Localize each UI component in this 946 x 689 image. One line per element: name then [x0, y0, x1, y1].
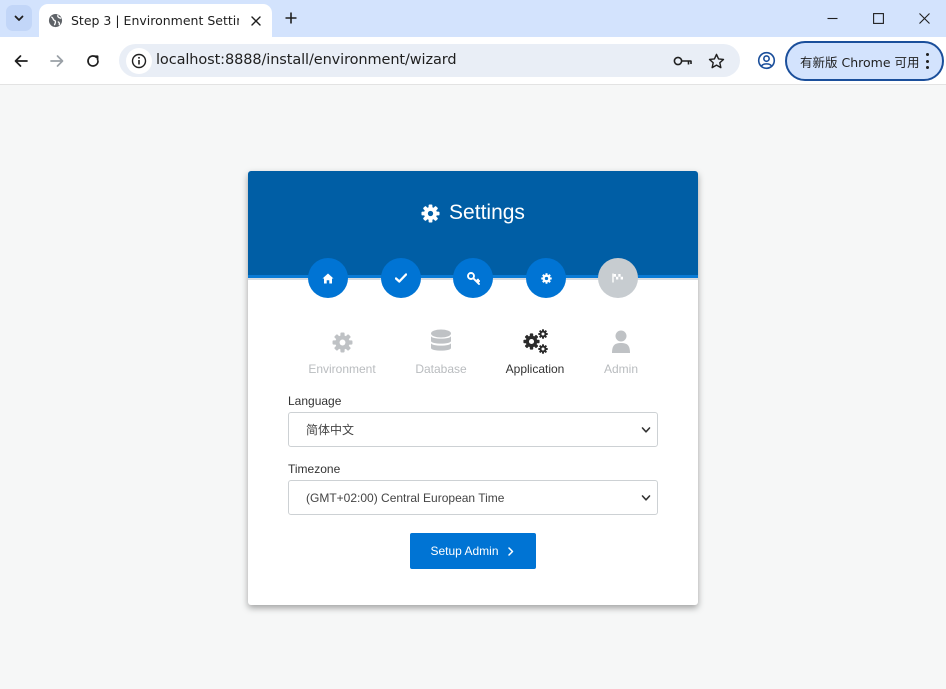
maximize-button[interactable] [858, 4, 898, 32]
gear-icon [329, 329, 355, 355]
setup-admin-button[interactable]: Setup Admin [410, 533, 536, 569]
minimize-icon [827, 17, 837, 19]
gears-icon [522, 329, 548, 355]
key-icon [466, 271, 480, 285]
check-icon [395, 273, 407, 283]
arrow-left-icon [14, 55, 28, 67]
site-info-button[interactable] [126, 48, 152, 74]
category-label: Database [415, 362, 467, 376]
chrome-update-button[interactable]: 有新版 Chrome 可用 [785, 41, 944, 81]
chevron-right-icon [507, 546, 516, 556]
category-label: Admin [603, 362, 638, 376]
chevron-down-icon [641, 495, 651, 501]
maximize-icon [872, 12, 884, 24]
star-icon [708, 53, 724, 68]
language-select[interactable]: 简体中文 [288, 412, 658, 447]
settings-categories: Environment Database Application Admin [248, 329, 698, 379]
plus-icon [285, 12, 297, 24]
url-text: localhost:8888/install/environment/wizar… [156, 52, 457, 68]
category-admin[interactable]: Admin [576, 329, 666, 376]
info-icon [131, 53, 147, 69]
step-final[interactable] [598, 258, 638, 298]
step-requirements[interactable] [381, 258, 421, 298]
bookmark-star-button[interactable] [705, 50, 727, 72]
minimize-button[interactable] [812, 4, 852, 32]
language-value: 简体中文 [306, 423, 355, 437]
address-bar[interactable]: localhost:8888/install/environment/wizar… [119, 44, 740, 77]
user-icon [608, 329, 634, 355]
flag-icon [612, 273, 623, 283]
category-database[interactable]: Database [396, 329, 486, 376]
browser-tab-active[interactable]: Step 3 | Environment Settings [39, 4, 272, 37]
database-icon [428, 329, 454, 355]
card-title-text: Settings [449, 201, 525, 224]
timezone-value: (GMT+02:00) Central European Time [306, 490, 505, 505]
reload-button[interactable] [79, 47, 107, 75]
tab-search-button[interactable] [6, 5, 32, 31]
settings-card: Settings Environment Database Applicatio… [248, 171, 698, 605]
chevron-down-icon [14, 15, 24, 21]
timezone-label: Timezone [288, 462, 341, 476]
category-application[interactable]: Application [490, 329, 580, 376]
more-vertical-icon [924, 53, 930, 69]
card-title: Settings [248, 201, 698, 225]
forward-button[interactable] [43, 47, 71, 75]
globe-icon [48, 13, 63, 28]
setup-admin-label: Setup Admin [430, 544, 499, 558]
browser-toolbar: localhost:8888/install/environment/wizar… [0, 37, 946, 85]
step-environment[interactable] [526, 258, 566, 298]
password-key-button[interactable] [672, 50, 694, 72]
reload-icon [87, 55, 99, 67]
tab-strip: Step 3 | Environment Settings [0, 0, 946, 37]
category-label: Application [505, 362, 565, 376]
timezone-select[interactable]: (GMT+02:00) Central European Time [288, 480, 658, 515]
tab-title: Step 3 | Environment Settings [71, 13, 239, 28]
close-icon [251, 15, 261, 26]
step-welcome[interactable] [308, 258, 348, 298]
profile-button[interactable] [754, 48, 778, 72]
language-label: Language [288, 394, 342, 408]
back-button[interactable] [7, 47, 35, 75]
step-permissions[interactable] [453, 258, 493, 298]
category-label: Environment [308, 362, 376, 376]
close-icon [918, 12, 930, 24]
chrome-update-label: 有新版 Chrome 可用 [800, 54, 920, 70]
arrow-right-icon [50, 55, 64, 67]
chevron-down-icon [641, 427, 651, 433]
close-window-button[interactable] [904, 4, 944, 32]
home-icon [322, 273, 334, 283]
new-tab-button[interactable] [280, 7, 302, 29]
category-environment[interactable]: Environment [297, 329, 387, 376]
tab-close-button[interactable] [248, 13, 264, 29]
gear-icon [421, 203, 440, 223]
account-circle-icon [757, 51, 775, 69]
key-icon [673, 56, 692, 66]
gear-icon [540, 272, 552, 284]
